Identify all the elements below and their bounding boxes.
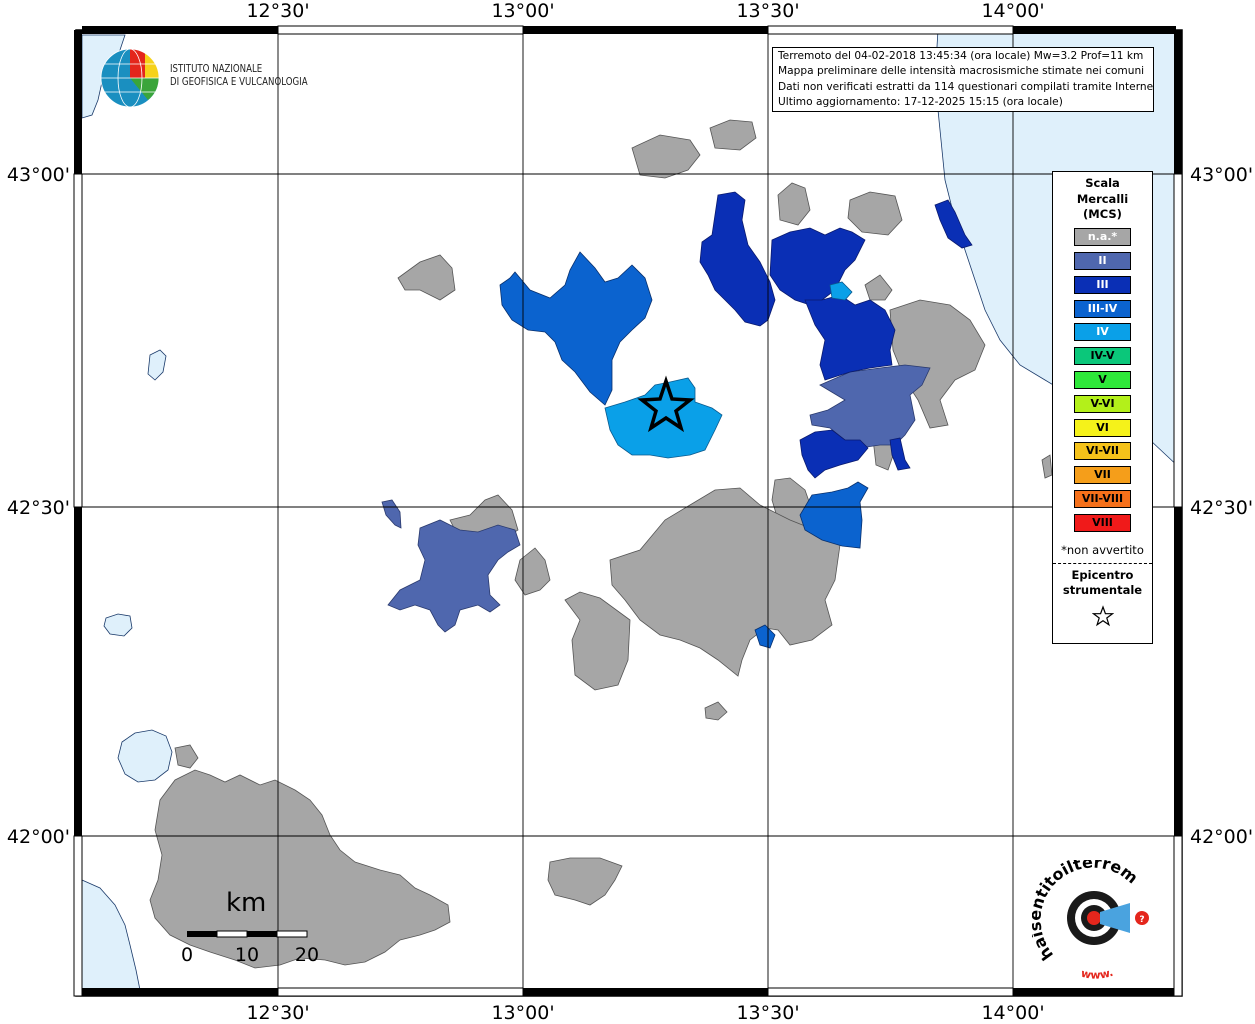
info-line-map: Mappa preliminare delle intensità macros… [778, 65, 1145, 78]
ingv-logo-text: ISTITUTO NAZIONALE DI GEOFISICA E VULCAN… [170, 63, 308, 89]
legend-item-iv: IV [1074, 323, 1131, 342]
lon-label-bottom-1: 12°30' [246, 1002, 310, 1024]
lon-label-top-4: 14°00' [981, 0, 1045, 22]
legend-separator [1053, 562, 1152, 564]
legend-title: Scala Mercalli (MCS) [1053, 176, 1152, 223]
legend-item-vii-viii: VII-VIII [1074, 490, 1131, 509]
legend-item-viii: VIII [1074, 513, 1131, 532]
legend-title-line1: Scala [1085, 176, 1120, 190]
legend-item-vii: VII [1074, 466, 1131, 485]
legend-epicenter-line1: Epicentro [1071, 567, 1134, 582]
scale-bar [187, 930, 308, 938]
info-line-data: Dati non verificati estratti da 114 ques… [778, 80, 1154, 93]
legend-star-icon [1053, 605, 1152, 631]
lon-label-top-2: 13°00' [491, 0, 555, 22]
info-line-event: Terremoto del 04-02-2018 13:45:34 (ora l… [778, 50, 1144, 62]
scale-label-10: 10 [234, 944, 260, 966]
lat-label-left-2: 42°30' [6, 497, 70, 519]
info-line-updated: Ultimo aggiornamento: 17-12-2025 15:15 (… [778, 95, 1063, 108]
ingv-logo-icon [100, 48, 160, 108]
legend-item-v: V [1074, 371, 1131, 390]
brand-www: www. [1080, 966, 1115, 982]
legend-item-n-a: n.a.* [1074, 228, 1131, 247]
haisentito-logo[interactable]: ? haisentitoilterremoto.it www. [1025, 845, 1157, 985]
legend-title-line3: (MCS) [1083, 207, 1122, 221]
legend-item-iii-iv: III-IV [1074, 299, 1131, 318]
legend-item-vi-vii: VI-VII [1074, 442, 1131, 461]
scale-label-0: 0 [180, 944, 194, 966]
legend-item-iv-v: IV-V [1074, 347, 1131, 366]
mcs-legend: Scala Mercalli (MCS) n.a.* II III III-IV IV I… [1052, 171, 1153, 644]
legend-item-iii: III [1074, 275, 1131, 294]
ingv-logo-line2: DI GEOFISICA E VULCANOLOGIA [170, 76, 308, 88]
legend-items: n.a.* II III III-IV IV IV-V V V-VI VI VI-VII VII VI… [1053, 228, 1152, 532]
lat-label-right-1: 43°00' [1190, 164, 1254, 186]
legend-item-vi: VI [1074, 418, 1131, 437]
legend-item-ii: II [1074, 252, 1131, 271]
svg-text:www.: www. [1080, 966, 1115, 982]
lat-label-left-3: 42°00' [6, 826, 70, 848]
lon-label-bottom-4: 14°00' [981, 1002, 1045, 1024]
earthquake-info-box: Terremoto del 04-02-2018 13:45:34 (ora l… [772, 47, 1154, 113]
lon-label-top-3: 13°30' [736, 0, 800, 22]
legend-item-v-vi: V-VI [1074, 394, 1131, 413]
svg-text:?: ? [1139, 915, 1144, 925]
lat-label-right-2: 42°30' [1190, 497, 1254, 519]
lat-label-right-3: 42°00' [1190, 826, 1254, 848]
scale-unit-label: km [226, 888, 267, 918]
ingv-logo-line1: ISTITUTO NAZIONALE [170, 63, 263, 75]
scale-label-20: 20 [294, 944, 320, 966]
legend-title-line2: Mercalli [1076, 191, 1129, 206]
lon-label-bottom-3: 13°30' [736, 1002, 800, 1024]
legend-note: *non avvertito [1061, 542, 1144, 557]
legend-epicenter-line2: strumentale [1062, 583, 1143, 598]
legend-epicenter-label: Epicentro strumentale [1053, 568, 1152, 599]
lat-label-left-1: 43°00' [6, 164, 70, 186]
lon-label-top-1: 12°30' [246, 0, 310, 22]
lon-label-bottom-2: 13°00' [491, 1002, 555, 1024]
